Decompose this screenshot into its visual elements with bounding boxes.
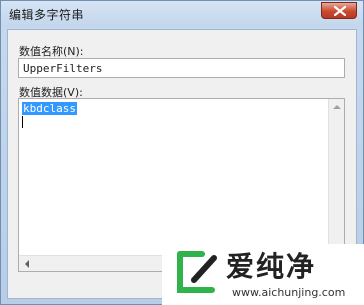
close-icon [334, 6, 346, 16]
title-bar[interactable]: 编辑多字符串 [1, 1, 363, 27]
close-button[interactable] [321, 2, 357, 19]
window-title: 编辑多字符串 [9, 8, 85, 22]
scroll-left-arrow-icon[interactable] [25, 260, 29, 268]
brand-name: 爱纯净 [226, 250, 317, 283]
site-watermark: 爱纯净 www.aichunjing.com [162, 244, 364, 305]
text-caret [22, 116, 23, 128]
value-name-field[interactable]: UpperFilters [18, 58, 345, 78]
scroll-up-arrow-icon[interactable] [333, 105, 341, 109]
brand-logo-icon [177, 251, 217, 293]
value-name-label: 数值名称(N): [19, 45, 84, 58]
brand-url: www.aichunjing.com [232, 286, 346, 299]
value-data-selected-text[interactable]: kbdclass [22, 102, 77, 115]
vertical-scrollbar[interactable] [328, 99, 344, 255]
